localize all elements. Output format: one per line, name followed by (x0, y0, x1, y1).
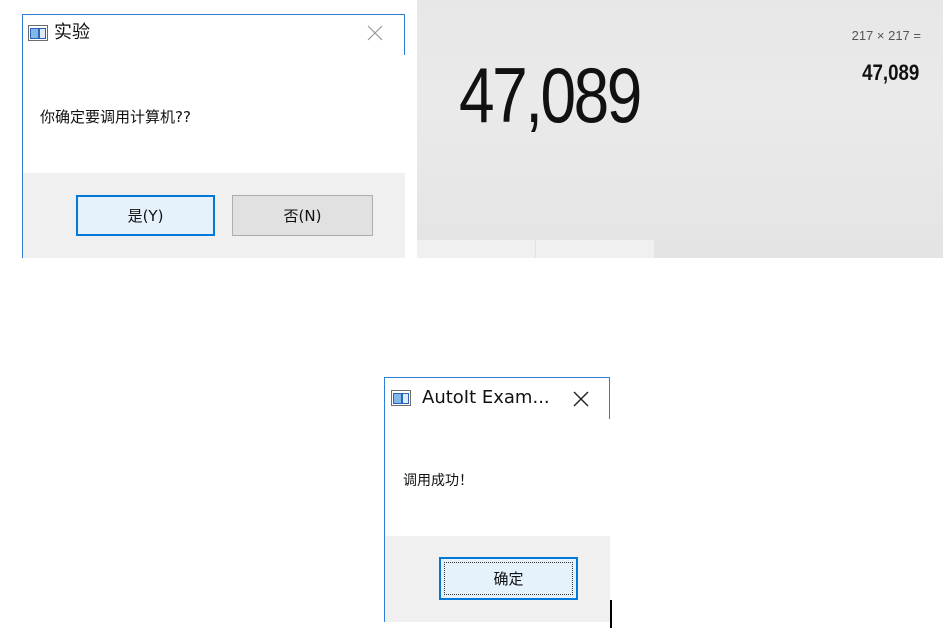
history-result[interactable]: 47,089 (862, 60, 919, 86)
close-icon[interactable] (366, 24, 384, 46)
calculator-window: 47,089 217 × 217 = 47,089 (417, 0, 943, 258)
confirm-dialog: 实验 你确定要调用计算机?? 是(Y) 否(N) (22, 14, 405, 258)
history-expression[interactable]: 217 × 217 = (852, 28, 921, 43)
dialog-border (22, 14, 405, 15)
screen: 实验 你确定要调用计算机?? 是(Y) 否(N) 47,089 217 × 21… (0, 0, 943, 635)
dialog-border (609, 377, 610, 419)
window-app-icon (28, 25, 48, 45)
autoit-dialog: AutoIt Exam... 调用成功！ 确定 (384, 377, 610, 622)
dialog-title: 实验 (54, 22, 90, 43)
no-button[interactable]: 否(N) (232, 195, 373, 236)
close-icon[interactable] (572, 390, 590, 412)
dialog-border (384, 377, 610, 378)
calculator-memory-bar (417, 240, 654, 258)
text-cursor (610, 600, 612, 628)
dialog-border (404, 14, 405, 55)
dialog-message: 你确定要调用计算机?? (40, 108, 191, 126)
calculator-display: 47,089 (459, 51, 642, 139)
yes-button[interactable]: 是(Y) (76, 195, 215, 236)
ok-button[interactable]: 确定 (439, 557, 578, 600)
divider (535, 240, 536, 258)
window-app-icon (391, 390, 411, 410)
dialog-message: 调用成功！ (403, 473, 473, 489)
dialog-title: AutoIt Exam... (422, 387, 550, 408)
